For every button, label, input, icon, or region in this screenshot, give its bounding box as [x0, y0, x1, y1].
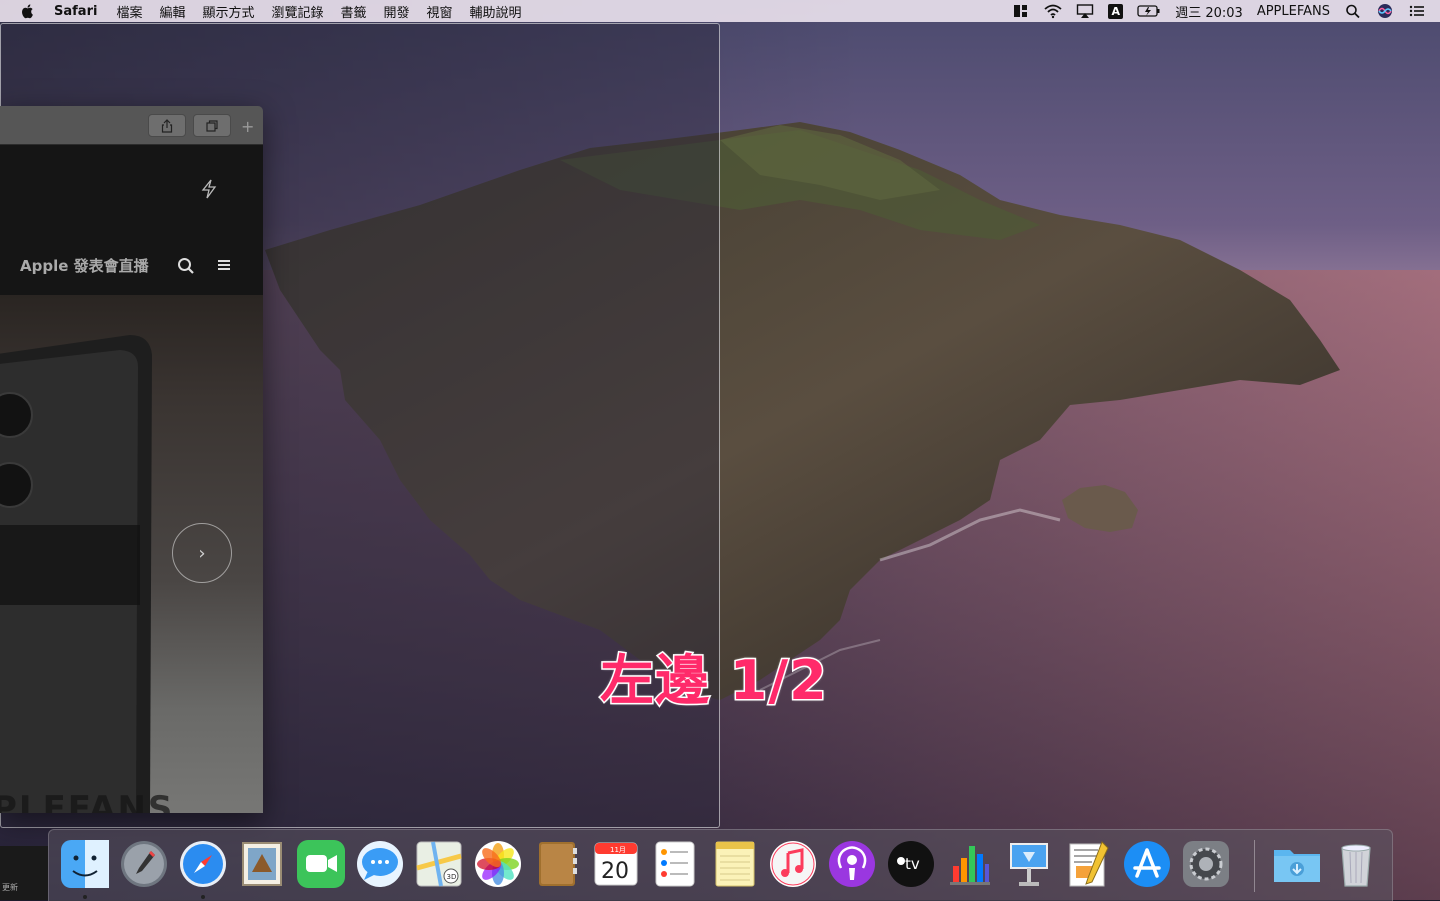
- hero-logo-text: PLEFANS: [0, 789, 175, 813]
- dock-numbers-icon[interactable]: [944, 838, 996, 890]
- safari-window[interactable]: + Apple 發表會直播 › PLEFANS: [0, 106, 263, 813]
- airplay-icon[interactable]: [1076, 3, 1094, 19]
- tabs-overview-icon: [206, 119, 218, 132]
- spotlight-search-icon[interactable]: [1344, 3, 1362, 19]
- search-icon[interactable]: [177, 257, 195, 275]
- wifi-icon[interactable]: [1044, 3, 1062, 19]
- dock-notes-icon[interactable]: [708, 838, 760, 890]
- menu-app-name[interactable]: Safari: [54, 4, 97, 19]
- share-button[interactable]: [148, 114, 186, 137]
- dock-calendar-icon[interactable]: 11月 20: [590, 838, 642, 890]
- dock-music-icon[interactable]: [767, 838, 819, 890]
- caption-label: 左邊 1/2: [599, 648, 829, 714]
- menu-file[interactable]: 檔案: [116, 2, 142, 21]
- menu-help[interactable]: 輔助說明: [470, 2, 522, 21]
- dock-podcasts-icon[interactable]: [826, 838, 878, 890]
- dock-reminders-icon[interactable]: [649, 838, 701, 890]
- apple-tv-label: tv: [905, 855, 920, 873]
- dock-trash-icon[interactable]: [1330, 838, 1382, 890]
- menu-history[interactable]: 瀏覽記錄: [271, 2, 323, 21]
- menu-bar: Safari 檔案 編輯 顯示方式 瀏覽記錄 書籤 開發 視窗 輔助說明 A 週…: [0, 0, 1440, 22]
- background-window-text: 更新: [2, 883, 18, 892]
- hero-image: › PLEFANS: [0, 295, 263, 813]
- menu-bookmarks[interactable]: 書籤: [341, 2, 367, 21]
- dock-keynote-icon[interactable]: [1003, 838, 1055, 890]
- background-window-strip: 更新: [0, 846, 48, 900]
- battery-icon[interactable]: [1137, 3, 1161, 19]
- safari-running-indicator: [201, 895, 205, 899]
- menu-view[interactable]: 顯示方式: [202, 2, 254, 21]
- dock-apple-tv-icon[interactable]: tv: [885, 838, 937, 890]
- dock-pages-icon[interactable]: [1062, 838, 1114, 890]
- share-icon: [161, 118, 173, 133]
- input-source-icon[interactable]: A: [1108, 3, 1124, 19]
- dock-launchpad-icon[interactable]: [118, 838, 170, 890]
- dock-app-store-icon[interactable]: [1121, 838, 1173, 890]
- dock-safari-icon[interactable]: [177, 838, 229, 890]
- calendar-month: 11月: [610, 846, 626, 854]
- dock-downloads-folder-icon[interactable]: [1271, 838, 1323, 890]
- new-tab-button[interactable]: +: [241, 119, 254, 135]
- menu-develop[interactable]: 開發: [384, 2, 410, 21]
- dock-finder-icon[interactable]: [59, 838, 111, 890]
- dock-contacts-icon[interactable]: [531, 838, 583, 890]
- siri-icon[interactable]: [1376, 3, 1394, 19]
- dock-maps-icon[interactable]: 3D: [413, 838, 465, 890]
- site-nav-title[interactable]: Apple 發表會直播: [20, 255, 149, 276]
- svg-text:3D: 3D: [447, 873, 457, 881]
- safari-toolbar: +: [0, 106, 263, 145]
- menubar-user[interactable]: APPLEFANS: [1257, 4, 1330, 19]
- window-manager-icon[interactable]: [1012, 3, 1030, 19]
- dock: 3D 11月 20 tv: [48, 829, 1393, 901]
- notification-center-icon[interactable]: [1408, 3, 1426, 19]
- dock-facetime-icon[interactable]: [295, 838, 347, 890]
- site-header: Apple 發表會直播: [0, 145, 263, 295]
- carousel-next-button[interactable]: ›: [172, 523, 232, 583]
- finder-running-indicator: [83, 895, 87, 899]
- chevron-right-icon: ›: [198, 542, 206, 564]
- menu-window[interactable]: 視窗: [427, 2, 453, 21]
- calendar-day: 20: [601, 859, 629, 884]
- dock-photos-icon[interactable]: [472, 838, 524, 890]
- menubar-clock[interactable]: 週三 20:03: [1175, 2, 1243, 21]
- dock-messages-icon[interactable]: [354, 838, 406, 890]
- menu-edit[interactable]: 編輯: [159, 2, 185, 21]
- dock-separator: [1254, 840, 1255, 892]
- hamburger-menu-icon[interactable]: [217, 258, 231, 272]
- dock-system-preferences-icon[interactable]: [1180, 838, 1232, 890]
- lightning-icon[interactable]: [200, 179, 218, 199]
- apple-menu-icon[interactable]: [20, 3, 36, 19]
- dock-mail-icon[interactable]: [236, 838, 288, 890]
- show-tabs-button[interactable]: [193, 114, 231, 137]
